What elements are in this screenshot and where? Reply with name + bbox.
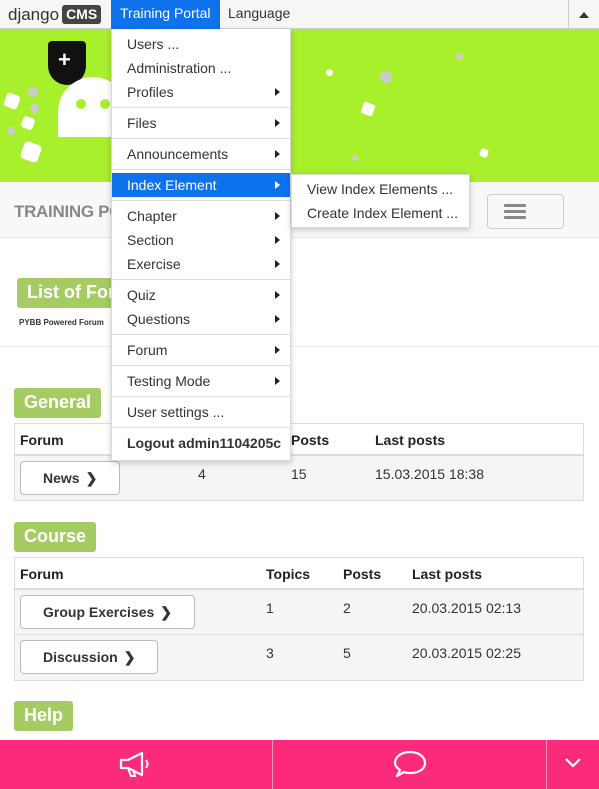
chevron-right-icon: ❯	[123, 649, 136, 665]
megaphone-icon[interactable]	[118, 750, 152, 783]
caret-up-icon	[579, 12, 589, 18]
last-post-date: 15.03.2015 18:38	[375, 466, 484, 482]
column-header-forum: Forum	[20, 566, 64, 582]
menu-item-administration[interactable]: Administration ...	[112, 56, 290, 80]
topics-count: 4	[198, 466, 206, 482]
menu-item-questions[interactable]: Questions	[112, 307, 290, 331]
table-header: Forum Posts Last posts	[15, 424, 583, 456]
django-cms-logo[interactable]: django CMS	[8, 4, 102, 25]
powered-by-text: PYBB Powered Forum	[19, 318, 104, 327]
logo-badge: CMS	[62, 5, 102, 24]
menu-item-chapter[interactable]: Chapter	[112, 204, 290, 228]
menu-item-forum[interactable]: Forum	[112, 338, 290, 362]
forum-table-general: Forum Posts Last posts News ❯ 4 15 15.03.…	[14, 423, 584, 501]
section-label-course: Course	[14, 522, 97, 552]
submenu-arrow-icon	[275, 260, 280, 268]
menu-item-logout[interactable]: Logout admin1104205c	[112, 431, 290, 455]
submenu-arrow-icon	[275, 212, 280, 220]
submenu-arrow-icon	[275, 291, 280, 299]
submenu-arrow-icon	[275, 150, 280, 158]
forum-table-course: Forum Topics Posts Last posts Group Exer…	[14, 557, 584, 681]
last-post-date: 20.03.2015 02:13	[412, 600, 521, 616]
banner-image: +	[0, 29, 599, 182]
hamburger-menu-button[interactable]	[487, 194, 564, 229]
posts-count: 2	[343, 600, 351, 616]
table-row: Discussion ❯ 3 5 20.03.2015 02:25	[15, 635, 583, 680]
table-row: News ❯ 4 15 15.03.2015 18:38	[15, 456, 583, 500]
last-post-date: 20.03.2015 02:25	[412, 645, 521, 661]
column-header-last-posts: Last posts	[375, 432, 446, 448]
menu-item-users[interactable]: Users ...	[112, 32, 290, 56]
divider	[0, 346, 599, 347]
column-header-posts: Posts	[291, 432, 330, 448]
submenu-arrow-icon	[275, 346, 280, 354]
forum-link-news[interactable]: News ❯	[20, 461, 121, 495]
chevron-right-icon: ❯	[160, 604, 173, 620]
topics-count: 1	[266, 600, 274, 616]
column-header-forum: Forum	[20, 432, 64, 448]
bottom-action-bar	[0, 740, 599, 789]
menu-item-profiles[interactable]: Profiles	[112, 80, 290, 104]
topics-count: 3	[266, 645, 274, 661]
speech-bubble-icon[interactable]	[392, 749, 428, 784]
toolbar-language-menu[interactable]: Language	[219, 0, 299, 29]
section-label-general: General	[14, 388, 102, 418]
hamburger-icon	[504, 204, 526, 207]
menu-item-testing-mode[interactable]: Testing Mode	[112, 369, 290, 393]
menu-item-exercise[interactable]: Exercise	[112, 252, 290, 276]
logo-text: django	[8, 4, 60, 24]
submenu-arrow-icon	[275, 377, 280, 385]
submenu-arrow-icon	[275, 236, 280, 244]
menu-item-files[interactable]: Files	[112, 111, 290, 135]
toolbar-training-portal-menu[interactable]: Training Portal	[111, 0, 220, 29]
menu-item-quiz[interactable]: Quiz	[112, 283, 290, 307]
submenu-arrow-icon	[275, 119, 280, 127]
menu-item-index-element[interactable]: Index Element	[112, 173, 290, 197]
chevron-down-icon[interactable]	[564, 756, 582, 774]
submenu-arrow-icon	[275, 181, 280, 189]
column-header-posts: Posts	[343, 566, 382, 582]
forum-link-group-exercises[interactable]: Group Exercises ❯	[20, 595, 196, 629]
column-header-topics: Topics	[266, 566, 311, 582]
menu-item-section[interactable]: Section	[112, 228, 290, 252]
posts-count: 15	[291, 466, 307, 482]
column-header-last-posts: Last posts	[412, 566, 483, 582]
table-row: Group Exercises ❯ 1 2 20.03.2015 02:13	[15, 590, 583, 635]
training-portal-dropdown: Users ... Administration ... Profiles Fi…	[111, 29, 291, 461]
menu-item-user-settings[interactable]: User settings ...	[112, 400, 290, 424]
posts-count: 5	[343, 645, 351, 661]
submenu-arrow-icon	[275, 315, 280, 323]
cms-toolbar: django CMS Training Portal Language	[0, 0, 599, 29]
menu-item-view-index-elements[interactable]: View Index Elements ...	[292, 177, 469, 201]
table-header: Forum Topics Posts Last posts	[15, 558, 583, 590]
toolbar-collapse-button[interactable]	[568, 0, 599, 29]
index-element-submenu: View Index Elements ... Create Index Ele…	[291, 174, 470, 228]
forum-link-discussion[interactable]: Discussion ❯	[20, 640, 159, 674]
menu-item-create-index-element[interactable]: Create Index Element ...	[292, 201, 469, 225]
chevron-right-icon: ❯	[85, 470, 98, 486]
submenu-arrow-icon	[275, 88, 280, 96]
section-label-help: Help	[14, 701, 74, 731]
menu-item-announcements[interactable]: Announcements	[112, 142, 290, 166]
